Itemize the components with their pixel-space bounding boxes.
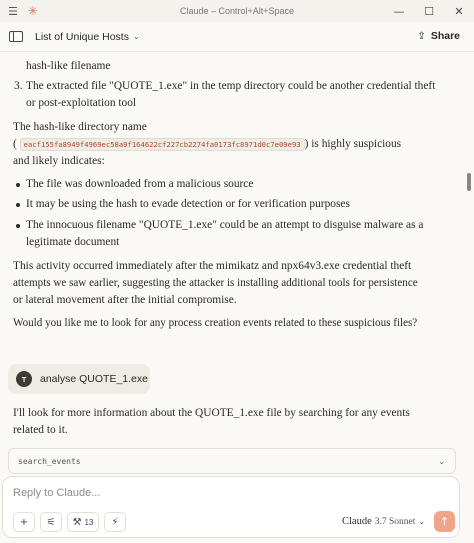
paragraph-line: This activity occurred immediately after… [13,260,412,272]
list-number: 3. [14,80,23,92]
plus-icon: + [19,516,29,528]
window-controls: — ☐ ✕ [384,0,474,22]
message-composer: + ⚟ ⚒ 13 ⚡ Claude 3.7 Sonnet ⌄ ↑ [2,476,460,538]
bullet-item: The innocuous filename "QUOTE_1.exe" cou… [26,219,424,231]
model-version: 3.7 Sonnet [374,516,416,527]
title-bar-left: ☰ ✳ [0,5,38,17]
hash-line: ( eacf155fa8949f4969ec58a9f164622cf227cb… [13,136,401,153]
title-bar: ☰ ✳ Claude – Control+Alt+Space — ☐ ✕ [0,0,474,22]
chevron-down-icon: ⌄ [418,517,426,526]
arrow-up-icon: ↑ [439,515,450,528]
chevron-down-icon: ⌄ [438,456,445,466]
list-item-3-line2: or post-exploitation tool [26,97,137,109]
maximize-button[interactable]: ☐ [414,0,444,22]
chat-title: List of Unique Hosts [35,30,129,43]
hammer-icon: ⚒ [72,516,82,528]
share-icon: ⇪ [417,30,426,42]
integrations-button[interactable]: ⚡ [104,512,126,532]
share-button[interactable]: ⇪ Share [417,30,460,42]
chat-title-button[interactable]: List of Unique Hosts ⌄ [35,31,140,43]
add-attachment-button[interactable]: + [13,512,35,532]
hash-intro: The hash-like directory name [13,121,147,133]
hash-tail: ) is highly suspicious [304,138,402,150]
chevron-down-icon: ⌄ [132,32,140,41]
bullet-item: The file was downloaded from a malicious… [26,178,254,190]
user-message: T analyse QUOTE_1.exe [8,364,150,394]
close-button[interactable]: ✕ [444,0,474,22]
avatar: T [16,371,32,387]
bullet-dot [16,183,20,187]
reply-input[interactable] [13,487,313,499]
claude-logo-icon: ✳ [27,4,38,18]
tool-call-search-events[interactable]: search_events ⌄ [8,448,456,474]
paragraph-line: attempts we saw earlier, suggesting the … [13,277,418,289]
bullet-item: It may be using the hash to evade detect… [26,198,350,210]
paren-open: ( [13,138,17,150]
assistant-reply-line: related to it. [13,424,68,436]
bullet-dot [16,224,20,228]
model-selector[interactable]: Claude 3.7 Sonnet ⌄ [342,516,425,527]
options-button[interactable]: ⚟ [40,512,62,532]
share-label: Share [430,30,460,42]
bullet-item-continued: legitimate document [26,236,120,248]
list-item-3-line1: The extracted file "QUOTE_1.exe" in the … [26,80,436,92]
follow-up-question: Would you like me to look for any proces… [13,317,418,329]
sliders-icon: ⚟ [46,516,56,528]
sidebar-toggle-icon[interactable] [9,31,23,42]
tools-count: 13 [84,517,94,527]
hash-code: eacf155fa8949f4969ec58a9f164622cf227cb22… [19,138,305,151]
scrollbar-thumb[interactable] [467,173,471,191]
plug-icon: ⚡ [111,516,119,528]
menu-icon[interactable]: ☰ [8,6,18,17]
send-button[interactable]: ↑ [434,511,455,532]
model-name: Claude [342,516,372,527]
paragraph-line: or lateral movement after the initial co… [13,294,237,306]
user-message-text: analyse QUOTE_1.exe [40,373,148,385]
tool-call-label: search_events [18,456,81,466]
chat-header: List of Unique Hosts ⌄ ⇪ Share [0,22,474,52]
minimize-button[interactable]: — [384,0,414,22]
hash-line2: and likely indicates: [13,155,105,167]
conversation[interactable]: hash-like filename 3. The extracted file… [0,52,474,474]
tools-button[interactable]: ⚒ 13 [67,512,99,532]
bullet-dot [16,203,20,207]
list-item-tail: hash-like filename [26,60,111,72]
assistant-reply-line: I'll look for more information about the… [13,407,410,419]
